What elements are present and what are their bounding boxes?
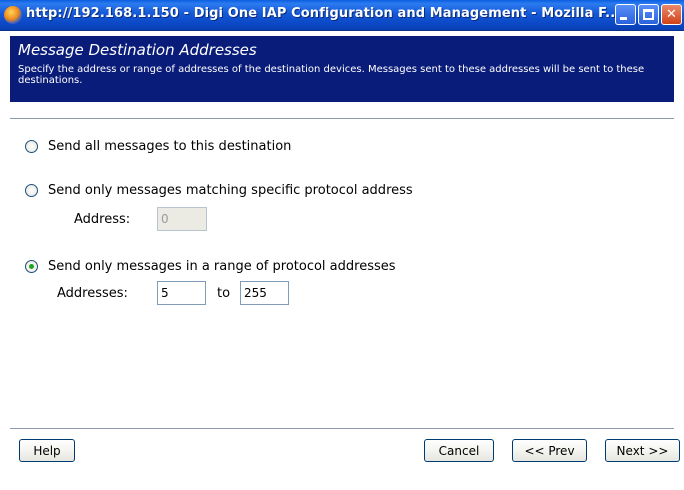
range-from-field[interactable] (157, 281, 206, 305)
wizard-title: Message Destination Addresses (18, 41, 257, 59)
close-button[interactable]: ✕ (661, 4, 682, 25)
radio-send-all[interactable] (25, 140, 38, 153)
radio-specific-address[interactable] (25, 184, 38, 197)
prev-button[interactable]: << Prev (512, 439, 587, 462)
maximize-button[interactable] (638, 4, 659, 25)
help-button[interactable]: Help (19, 439, 75, 462)
minimize-button[interactable] (615, 4, 636, 25)
wizard-description: Specify the address or range of addresse… (18, 64, 645, 86)
top-divider (10, 118, 674, 120)
maximize-icon (643, 9, 654, 20)
addresses-label: Addresses: (57, 286, 128, 301)
option-send-all-label[interactable]: Send all messages to this destination (48, 139, 291, 154)
firefox-icon (4, 6, 22, 24)
window-title-bar[interactable]: http://192.168.1.150 - Digi One IAP Conf… (0, 0, 684, 31)
option-specific-address-label[interactable]: Send only messages matching specific pro… (48, 183, 413, 198)
address-label: Address: (74, 212, 131, 227)
address-field[interactable] (157, 207, 207, 231)
bottom-divider (10, 428, 674, 430)
option-address-range-label[interactable]: Send only messages in a range of protoco… (48, 259, 396, 274)
wizard-header: Message Destination Addresses Specify th… (10, 36, 674, 102)
cancel-button[interactable]: Cancel (424, 439, 494, 462)
range-to-field[interactable] (240, 281, 289, 305)
window-title: http://192.168.1.150 - Digi One IAP Conf… (26, 6, 621, 21)
minimize-icon (620, 17, 627, 20)
to-label: to (217, 286, 231, 301)
close-icon: ✕ (666, 7, 677, 22)
next-button[interactable]: Next >> (605, 439, 680, 462)
radio-address-range[interactable] (25, 260, 38, 273)
